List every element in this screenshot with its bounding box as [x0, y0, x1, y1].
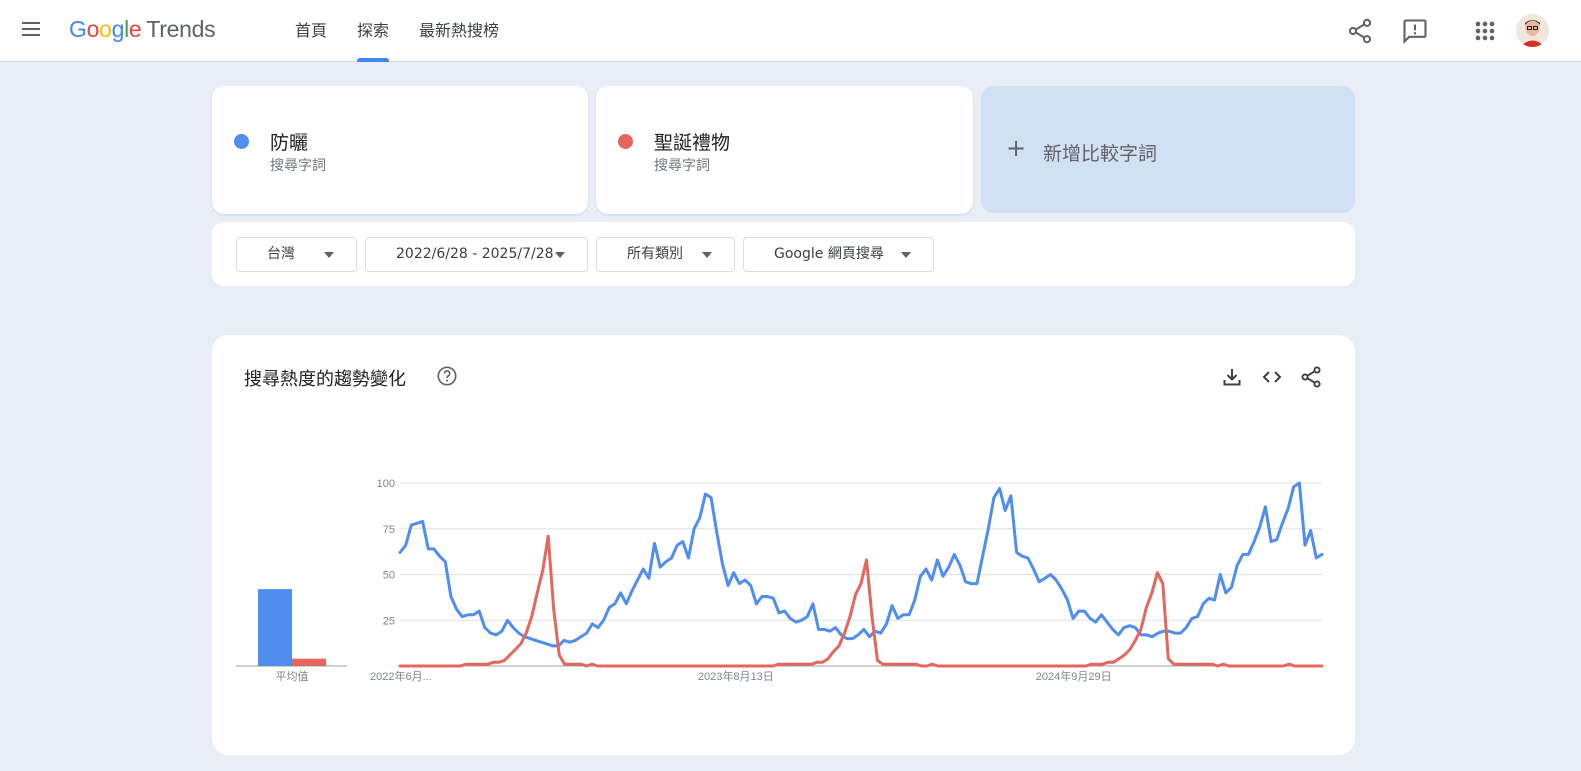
logo-letter: G — [69, 16, 87, 42]
category-select[interactable]: 所有類別 — [596, 237, 735, 272]
x-tick-label: 2022年6月... — [370, 669, 432, 683]
average-bar — [292, 658, 326, 666]
term-card-2[interactable]: 聖誕禮物 搜尋字詞 — [596, 86, 973, 214]
series-line — [398, 481, 1324, 648]
caret-down-icon — [702, 252, 712, 258]
avatar-image — [1516, 14, 1549, 47]
caret-down-icon — [555, 252, 565, 258]
caret-down-icon — [324, 252, 334, 258]
tab-trending[interactable]: 最新熱搜榜 — [404, 0, 514, 62]
logo-letter: g — [111, 16, 125, 42]
plus-icon: + — [1006, 134, 1027, 162]
average-bar — [258, 589, 292, 666]
series-line — [398, 534, 1324, 668]
term-label: 聖誕禮物 — [654, 132, 731, 154]
x-tick-label: 2023年8月13日 — [698, 669, 774, 683]
tab-explore[interactable]: 探索 — [342, 0, 404, 62]
category-value: 所有類別 — [627, 246, 683, 262]
y-tick-label: 25 — [383, 615, 395, 627]
menu-icon[interactable] — [18, 18, 44, 44]
avatar[interactable] — [1516, 14, 1549, 47]
y-tick-label: 100 — [377, 478, 395, 490]
main-nav: 首頁 探索 最新熱搜榜 — [280, 0, 514, 62]
tab-home[interactable]: 首頁 — [280, 0, 342, 62]
search-type-select[interactable]: Google 網頁搜尋 — [743, 237, 934, 272]
x-tick-label: 2024年9月29日 — [1036, 669, 1112, 683]
caret-down-icon — [901, 252, 911, 258]
feedback-icon[interactable] — [1401, 17, 1429, 45]
add-compare-label: 新增比較字詞 — [1043, 143, 1158, 165]
term-label: 防曬 — [270, 132, 309, 154]
share-icon[interactable] — [1346, 17, 1374, 45]
term-card-1[interactable]: 防曬 搜尋字詞 — [212, 86, 588, 214]
trend-chart: 25 50 75 100 2022年6月... 2023年8月13日 2024年9月29日 平… — [236, 478, 1324, 683]
term-type: 搜尋字詞 — [654, 158, 710, 174]
logo-letter: e — [128, 16, 142, 42]
y-tick-label: 50 — [383, 570, 395, 582]
term-color-dot — [618, 134, 633, 149]
apps-icon[interactable] — [1471, 17, 1499, 45]
region-select[interactable]: 台灣 — [236, 237, 357, 272]
search-type-value: Google 網頁搜尋 — [774, 246, 884, 262]
interest-over-time-card: 搜尋熱度的趨勢變化 25 50 75 100 2022年6月... 2023年8月13日 2… — [212, 335, 1355, 755]
date-range-select[interactable]: 2022/6/28 - 2025/7/28 — [365, 237, 588, 272]
region-value: 台灣 — [267, 246, 295, 262]
logo-letter: o — [99, 16, 112, 42]
date-range-value: 2022/6/28 - 2025/7/28 — [396, 246, 554, 262]
logo-letter: o — [86, 16, 100, 42]
y-tick-label: 75 — [383, 524, 395, 536]
filter-bar: 台灣 2022/6/28 - 2025/7/28 所有類別 Google 網頁搜… — [212, 222, 1355, 286]
term-type: 搜尋字詞 — [270, 158, 326, 174]
app-header: Google Trends 首頁 探索 最新熱搜榜 — [0, 0, 1581, 62]
term-color-dot — [234, 134, 249, 149]
google-trends-logo[interactable]: Google Trends — [69, 16, 216, 43]
add-compare-button[interactable]: + 新增比較字詞 — [981, 86, 1355, 213]
average-label: 平均值 — [276, 670, 309, 683]
logo-trends-text: Trends — [146, 16, 216, 42]
